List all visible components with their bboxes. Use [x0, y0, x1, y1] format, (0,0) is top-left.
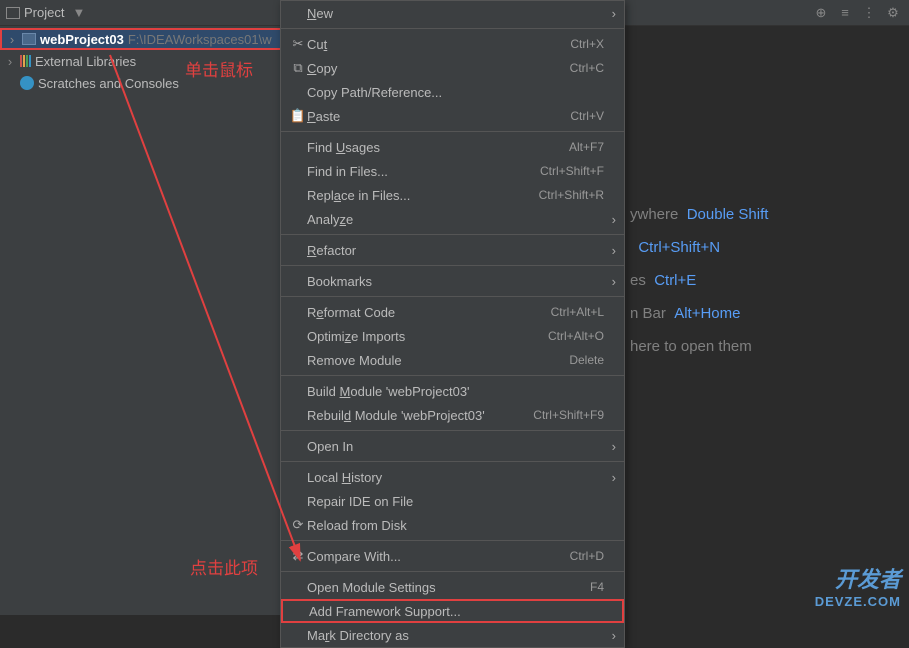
- menu-item-refactor[interactable]: Refactor›: [281, 238, 624, 262]
- menu-item-copy-path[interactable]: Copy Path/Reference...: [281, 80, 624, 104]
- shortcut-label: Alt+F7: [569, 140, 604, 154]
- module-folder-icon: [22, 33, 36, 45]
- annotation-click-item: 点击此项: [190, 554, 258, 579]
- menu-item-paste[interactable]: 📋PasteCtrl+V: [281, 104, 624, 128]
- menu-separator: [281, 540, 624, 541]
- menu-item-repair-ide[interactable]: Repair IDE on File: [281, 489, 624, 513]
- menu-separator: [281, 265, 624, 266]
- reload-icon: ⟳: [289, 517, 307, 533]
- copy-icon: ⧉: [289, 60, 307, 76]
- menu-separator: [281, 234, 624, 235]
- shortcut-label: Delete: [569, 353, 604, 367]
- project-path-label: F:\IDEAWorkspaces01\w: [128, 32, 272, 47]
- watermark: 开发者 DEVZE.COM: [815, 562, 901, 609]
- submenu-arrow-icon: ›: [612, 6, 616, 21]
- shortcut-label: Ctrl+X: [570, 37, 604, 51]
- expand-all-icon[interactable]: ≡: [835, 3, 855, 23]
- scratches-label: Scratches and Consoles: [38, 76, 179, 91]
- menu-separator: [281, 296, 624, 297]
- hint-drop-files: here to open them: [630, 338, 752, 355]
- menu-item-find-usages[interactable]: Find UsagesAlt+F7: [281, 135, 624, 159]
- shortcut-label: Ctrl+Shift+F: [540, 164, 604, 178]
- shortcut-label: Double Shift: [687, 206, 769, 223]
- menu-item-copy[interactable]: ⧉CopyCtrl+C: [281, 56, 624, 80]
- shortcut-label: F4: [590, 580, 604, 594]
- menu-item-compare-with[interactable]: ⇄Compare With...Ctrl+D: [281, 544, 624, 568]
- menu-separator: [281, 461, 624, 462]
- menu-item-remove-module[interactable]: Remove ModuleDelete: [281, 348, 624, 372]
- external-libraries-label: External Libraries: [35, 54, 136, 69]
- dropdown-arrow-icon[interactable]: ▼: [72, 5, 85, 20]
- shortcut-label: Ctrl+Alt+L: [551, 305, 604, 319]
- menu-item-bookmarks[interactable]: Bookmarks›: [281, 269, 624, 293]
- compare-icon: ⇄: [289, 548, 307, 564]
- shortcut-label: Ctrl+Shift+N: [638, 239, 720, 256]
- menu-separator: [281, 571, 624, 572]
- menu-item-local-history[interactable]: Local History›: [281, 465, 624, 489]
- hint-navigation-bar: n Bar: [630, 305, 666, 322]
- hint-search-everywhere: ywhere: [630, 206, 678, 223]
- shortcut-label: Ctrl+V: [570, 109, 604, 123]
- submenu-arrow-icon: ›: [612, 470, 616, 485]
- project-name-label: webProject03: [40, 32, 124, 47]
- select-opened-file-icon[interactable]: ⊕: [811, 3, 831, 23]
- shortcut-label: Ctrl+Alt+O: [548, 329, 604, 343]
- paste-icon: 📋: [289, 108, 307, 124]
- menu-item-open-module-settings[interactable]: Open Module SettingsF4: [281, 575, 624, 599]
- shortcut-label: Ctrl+D: [570, 549, 604, 563]
- menu-separator: [281, 430, 624, 431]
- submenu-arrow-icon: ›: [612, 212, 616, 227]
- settings-gear-icon[interactable]: ⚙: [883, 3, 903, 23]
- menu-item-optimize-imports[interactable]: Optimize ImportsCtrl+Alt+O: [281, 324, 624, 348]
- submenu-arrow-icon: ›: [612, 274, 616, 289]
- shortcut-label: Ctrl+C: [570, 61, 604, 75]
- menu-item-reformat-code[interactable]: Reformat CodeCtrl+Alt+L: [281, 300, 624, 324]
- collapse-all-icon[interactable]: ⋮: [859, 3, 879, 23]
- scratches-icon: [20, 76, 34, 90]
- menu-item-analyze[interactable]: Analyze›: [281, 207, 624, 231]
- shortcut-label: Ctrl+Shift+F9: [533, 408, 604, 422]
- menu-item-add-framework-support[interactable]: Add Framework Support...: [281, 599, 624, 623]
- shortcut-label: Ctrl+Shift+R: [539, 188, 604, 202]
- menu-item-replace-in-files[interactable]: Replace in Files...Ctrl+Shift+R: [281, 183, 624, 207]
- menu-item-new[interactable]: New›: [281, 1, 624, 25]
- expand-arrow-icon[interactable]: ›: [4, 54, 16, 69]
- context-menu: New› ✂CutCtrl+X ⧉CopyCtrl+C Copy Path/Re…: [280, 0, 625, 648]
- menu-item-open-in[interactable]: Open In›: [281, 434, 624, 458]
- menu-item-mark-directory-as[interactable]: Mark Directory as›: [281, 623, 624, 647]
- project-pane-icon: [6, 7, 20, 19]
- watermark-main: 开发者: [835, 567, 901, 592]
- menu-separator: [281, 28, 624, 29]
- shortcut-label: Ctrl+E: [654, 272, 696, 289]
- menu-item-rebuild-module[interactable]: Rebuild Module 'webProject03'Ctrl+Shift+…: [281, 403, 624, 427]
- menu-separator: [281, 131, 624, 132]
- annotation-click-mouse: 单击鼠标: [185, 56, 253, 81]
- hint-recent-files: es: [630, 272, 646, 289]
- project-pane-title[interactable]: Project: [24, 5, 64, 20]
- menu-separator: [281, 375, 624, 376]
- submenu-arrow-icon: ›: [612, 628, 616, 643]
- menu-item-build-module[interactable]: Build Module 'webProject03': [281, 379, 624, 403]
- submenu-arrow-icon: ›: [612, 439, 616, 454]
- menu-item-cut[interactable]: ✂CutCtrl+X: [281, 32, 624, 56]
- menu-item-reload-from-disk[interactable]: ⟳Reload from Disk: [281, 513, 624, 537]
- libraries-icon: [20, 55, 31, 67]
- watermark-sub: DEVZE.COM: [815, 594, 901, 609]
- cut-icon: ✂: [289, 36, 307, 52]
- shortcut-label: Alt+Home: [674, 305, 740, 322]
- menu-item-find-in-files[interactable]: Find in Files...Ctrl+Shift+F: [281, 159, 624, 183]
- submenu-arrow-icon: ›: [612, 243, 616, 258]
- expand-arrow-icon[interactable]: ›: [6, 32, 18, 47]
